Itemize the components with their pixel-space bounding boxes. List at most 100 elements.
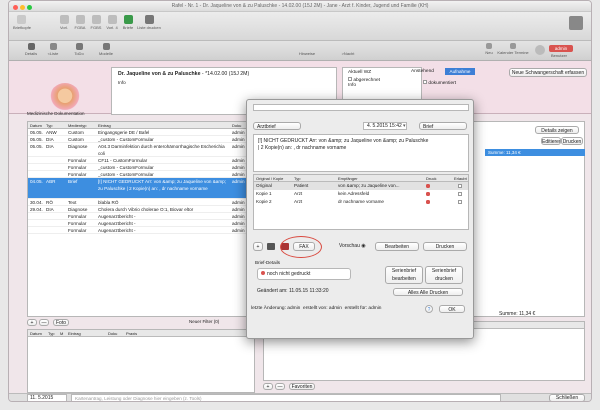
dokumentiert-checkbox[interactable] (423, 80, 427, 84)
nav-nacht-button[interactable]: >Nacht (333, 43, 363, 56)
toolbar-fgba[interactable]: FGBA (73, 15, 87, 30)
copy-row[interactable]: Kopie 1 Arzt kein Adressfeld (254, 190, 468, 198)
nav-modelle-button[interactable]: Modelle (97, 43, 115, 56)
copies-col-druck[interactable]: Druck (426, 175, 436, 182)
add-copy-button[interactable]: + (253, 242, 263, 251)
bearbeiten-button[interactable]: Bearbeiten (375, 242, 419, 251)
table-row[interactable]: 30.04. RÖ Text blabla RÖ admin (28, 199, 254, 206)
table-row[interactable]: 29.04. DIA Diagnose Cholera durch Vibrio ch… (28, 206, 254, 213)
footer-date[interactable]: 11. 5.2015 (27, 394, 67, 401)
toolbar-vorl[interactable]: Vorl. (57, 15, 71, 30)
toolbar-fgbs[interactable]: FGBS (89, 15, 103, 30)
schliessen-button[interactable]: Schließen (549, 394, 585, 401)
printer-status-icon[interactable] (426, 184, 430, 188)
add-entry-button[interactable]: + (27, 319, 37, 326)
favoriten-button[interactable]: Favoriten (289, 383, 315, 390)
alles-drucken-button[interactable]: Alles Alle Drucken (393, 288, 463, 296)
toolbar-liste-drucken[interactable]: Liste drucken (137, 15, 161, 30)
col-datum[interactable]: Datum (30, 122, 42, 129)
help-button[interactable]: ? (425, 305, 433, 313)
ok-button[interactable]: OK (439, 305, 465, 313)
table-row[interactable]: 05.05. DIA Diagnose A04.3 Darminfektion dur… (28, 143, 254, 157)
table-row[interactable]: 05.05. DIA Custom _custom - CustomFormular a… (28, 136, 254, 143)
person-icon (27, 43, 35, 50)
user-avatar-icon[interactable] (535, 45, 545, 55)
filter-label[interactable]: Neuer Filter (0) (189, 319, 219, 324)
save-icon[interactable] (267, 243, 275, 250)
col-doku[interactable]: Doku (232, 122, 241, 129)
date-field[interactable]: 4. 5.2015 15:42 (363, 122, 407, 130)
erlaubt-checkbox[interactable] (458, 200, 462, 204)
remove-entry-button[interactable]: — (39, 319, 49, 326)
table-row[interactable]: Formular Augenarztbericht - admin (28, 227, 254, 234)
table-row[interactable]: 05.05. ANW Custom Eingangsgerie DE / Bafel a… (28, 129, 254, 136)
todo-col-eintrag[interactable]: Eintrag (68, 330, 81, 337)
copies-col-typ[interactable]: Typ (294, 175, 300, 182)
table-row[interactable]: Formular _custom - CustomFormular admin (28, 171, 254, 178)
admin-badge[interactable]: admin (549, 45, 573, 52)
copy-row[interactable]: Original Patient von &amp; zu Jaqueline vo… (254, 182, 468, 190)
copies-col-kopie[interactable]: Original / Kopie (256, 175, 283, 182)
type-select[interactable]: Arztbrief (253, 122, 301, 130)
print-status-select[interactable]: noch nicht gedruckt (257, 268, 351, 280)
copy-row[interactable]: Kopie 2 Arzt dr nachname vorname (254, 198, 468, 206)
vorschau-button[interactable]: Vorschau ◉ (339, 242, 366, 251)
col-typ[interactable]: Typ (46, 122, 52, 129)
cell: A04.3 Darminfektion durch enterohämorrha… (98, 144, 225, 156)
cell (46, 227, 66, 233)
copies-col-erlaubt[interactable]: Erlaubt (454, 175, 467, 182)
toolbar-briefe[interactable]: Briefe (121, 15, 135, 30)
add-billing-button[interactable]: + (263, 383, 273, 390)
toolbar-vorl4[interactable]: Vorl. 4 (105, 15, 119, 30)
editieren-button[interactable]: Editieren (541, 137, 561, 145)
letter-text-area[interactable]: [!] NICHT GEDRUCKT Arr: von &amp; zu Jaq… (253, 134, 469, 172)
table-row[interactable]: Formular Augenarztbericht - admin (28, 213, 254, 220)
drucken-button[interactable]: Drucken (423, 242, 467, 251)
details-zeigen-button[interactable]: Details zeigen (535, 126, 579, 134)
benutzer-label: Benutzer (551, 53, 568, 58)
zoom-window-button[interactable] (27, 5, 32, 10)
todo-col-m[interactable]: M (60, 330, 63, 337)
copies-col-empf[interactable]: Empfänger (338, 175, 358, 182)
table-row[interactable]: Formular _custom - CustomFormular admin (28, 164, 254, 171)
serienbrief-drucken-button[interactable]: Serienbrief drucken (425, 266, 463, 284)
nav-details-button[interactable]: Details (23, 43, 39, 56)
todo-col-doku[interactable]: Doku (108, 330, 117, 337)
nav-neu-button[interactable]: Neu (483, 43, 495, 55)
table-row[interactable]: Formular Augenarztbericht - admin (28, 220, 254, 227)
nav-liste-button[interactable]: <Liste (45, 43, 61, 56)
summe-label: Summe: 11,34 € (499, 311, 536, 317)
minimize-window-button[interactable] (20, 5, 25, 10)
printer-status-icon[interactable] (426, 200, 430, 204)
brief-select[interactable]: Brief (419, 122, 467, 130)
dialog-top-field[interactable] (253, 104, 469, 111)
remove-billing-button[interactable]: — (275, 383, 285, 390)
toolbar-briefkopfe[interactable]: Briefkopfe (13, 15, 31, 30)
table-row[interactable]: 04.05. ABR Brief [!] NICHT GEDRUCKT Arr: vo… (28, 178, 254, 199)
abgerechnet-checkbox[interactable] (348, 77, 352, 81)
nav-todo-button[interactable]: ToDo (71, 43, 87, 56)
foto-button[interactable]: Foto (53, 319, 69, 326)
drucken-right-button[interactable]: Drucken (561, 137, 583, 145)
col-medientyp[interactable]: Medientyp (68, 122, 86, 129)
todo-col-datum[interactable]: Datum (30, 330, 42, 337)
nav-kalender-button[interactable]: Kalender Termine (497, 43, 529, 55)
printer-status-icon[interactable] (426, 192, 430, 196)
col-eintrag[interactable]: Eintrag (98, 122, 111, 129)
cell (46, 220, 66, 226)
todo-table: Datum Typ M Eintrag Doku Praxis (27, 329, 255, 393)
right-selected-row[interactable]: Summe: 11,34 € (485, 149, 585, 156)
erlaubt-checkbox[interactable] (458, 184, 462, 188)
close-window-button[interactable] (13, 5, 18, 10)
anstehend-value[interactable]: Aufnahme (445, 68, 475, 75)
serienbrief-bearbeiten-button[interactable]: Serienbrief bearbeiten (385, 266, 423, 284)
new-pregnancy-button[interactable]: Neue Schwangerschaft erfassen (509, 68, 587, 77)
nav-hinweise-button[interactable]: Hinweise (277, 43, 337, 56)
calendar-icon[interactable]: ▾ (403, 122, 411, 130)
table-row[interactable]: Formular CF11 - CustomFormular admin (28, 157, 254, 164)
letter-dialog: Arztbrief 4. 5.2015 15:42 ▾ Brief [!] NI… (246, 99, 474, 339)
todo-col-praxis[interactable]: Praxis (126, 330, 137, 337)
footer-entry-input[interactable]: Kartenantrag, Leistung oder Diagnose hie… (71, 394, 501, 401)
todo-col-typ[interactable]: Typ (48, 330, 54, 337)
erlaubt-checkbox[interactable] (458, 192, 462, 196)
